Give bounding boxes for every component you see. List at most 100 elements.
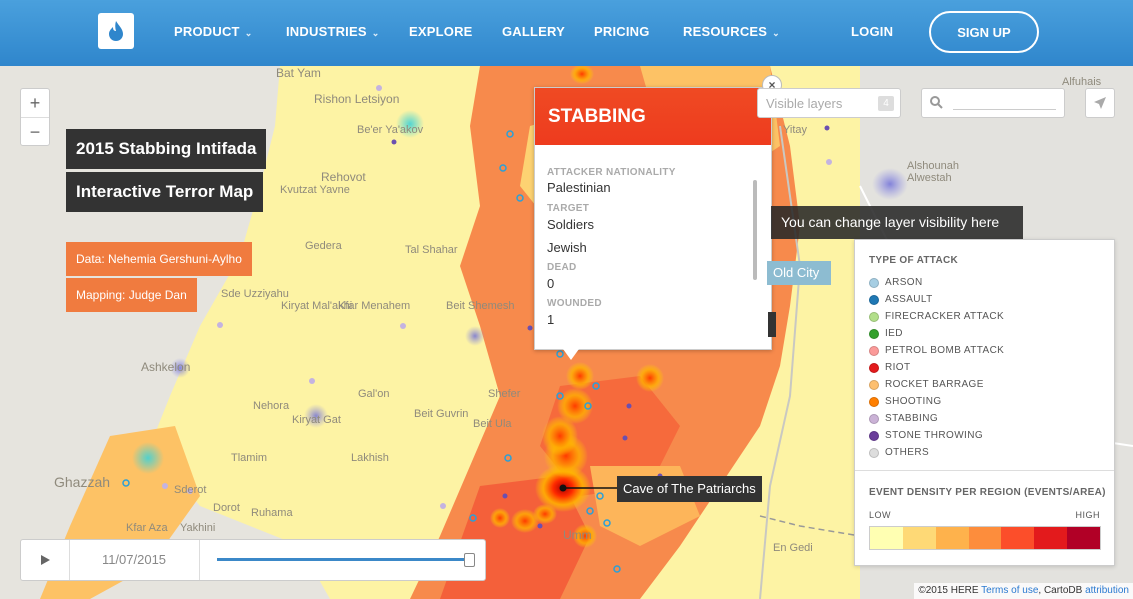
- place-label: Nehora: [253, 400, 290, 412]
- legend-item[interactable]: FIRECRACKER ATTACK: [869, 311, 1004, 322]
- search-icon: [930, 96, 943, 109]
- legend-item[interactable]: IED: [869, 328, 903, 339]
- search-box[interactable]: [921, 88, 1065, 118]
- legend-item[interactable]: STABBING: [869, 413, 938, 424]
- nav-resources[interactable]: RESOURCES ⌄: [683, 24, 780, 39]
- credit-mapping: Mapping: Judge Dan: [66, 278, 197, 312]
- place-label: Rehovot: [321, 170, 366, 184]
- place-label: Tlamim: [231, 452, 268, 464]
- nav-product[interactable]: PRODUCT ⌄: [174, 24, 252, 39]
- search-input[interactable]: [953, 109, 1056, 110]
- event-infowindow: STABBING ATTACKER NATIONALITY Palestinia…: [534, 87, 772, 360]
- legend-item[interactable]: RIOT: [869, 362, 911, 373]
- field-value: Jewish: [547, 240, 587, 255]
- legend-swatch: [869, 345, 879, 356]
- legend-item[interactable]: ROCKET BARRAGE: [869, 379, 984, 390]
- place-label: Bat Yam: [276, 66, 321, 80]
- legend-divider: [855, 470, 1114, 471]
- place-label: Beit Ula: [473, 418, 512, 430]
- field-value: Soldiers: [547, 217, 594, 232]
- visible-layers-label: Visible layers: [766, 96, 843, 111]
- place-label: Umm: [563, 528, 592, 542]
- popup-tip: [563, 349, 579, 360]
- place-label: Sderot: [174, 484, 207, 496]
- credit-data: Data: Nehemia Gershuni-Aylho: [66, 242, 252, 276]
- place-label: En Gedi: [773, 542, 813, 554]
- hidden-label-fragment: [768, 312, 776, 337]
- nav-industries[interactable]: INDUSTRIES ⌄: [286, 24, 379, 39]
- legend-swatch: [869, 396, 879, 407]
- place-label: Ashkelon: [141, 360, 191, 374]
- map-title-line2: Interactive Terror Map: [66, 172, 264, 212]
- legend-item-label: STABBING: [885, 413, 939, 424]
- chevron-down-icon: ⌄: [772, 28, 780, 38]
- map-attribution: ©2015 HERE Terms of use, CartoDB attribu…: [914, 583, 1133, 599]
- layer-count-badge: 4: [878, 96, 894, 111]
- legend-panel: TYPE OF ATTACK ARSON ASSAULT FIRECRACKER A…: [854, 239, 1115, 566]
- ramp-swatch: [1067, 527, 1101, 549]
- place-label: Be'er Ya'akov: [357, 124, 424, 136]
- play-button[interactable]: [21, 540, 70, 580]
- play-icon: [41, 555, 50, 565]
- legend-swatch: [869, 447, 879, 458]
- legend-item[interactable]: ASSAULT: [869, 294, 933, 305]
- ramp-swatch: [870, 527, 903, 549]
- legend-item-label: SHOOTING: [885, 396, 942, 407]
- nav-explore[interactable]: EXPLORE: [409, 24, 473, 39]
- legend-item[interactable]: PETROL BOMB ATTACK: [869, 345, 1004, 356]
- zoom-out-button[interactable]: −: [21, 118, 49, 146]
- legend-item-label: STONE THROWING: [885, 430, 984, 441]
- place-label: Rishon Letsiyon: [314, 92, 400, 106]
- flame-logo-icon: [109, 21, 123, 41]
- place-label: Yakhini: [180, 522, 216, 534]
- place-label: Gedera: [305, 240, 342, 252]
- ramp-swatch: [968, 527, 1002, 549]
- legend-swatch: [869, 328, 879, 339]
- timeline-handle[interactable]: [464, 553, 475, 567]
- place-label: Gal'on: [358, 388, 390, 400]
- density-low-label: LOW: [869, 510, 892, 520]
- visible-layers-selector[interactable]: Visible layers 4: [757, 88, 901, 118]
- timeline-control: 11/07/2015: [20, 539, 486, 581]
- cave-callout: Cave of The Patriarchs: [617, 476, 762, 502]
- place-label: Dorot: [213, 502, 240, 514]
- attribution-link[interactable]: attribution: [1085, 585, 1129, 596]
- place-label: Alfuhais: [1062, 76, 1102, 88]
- place-label: Kfar Menahem: [338, 300, 411, 312]
- place-label: Ruhama: [251, 507, 293, 519]
- popup-title: STABBING: [535, 88, 771, 145]
- density-title: EVENT DENSITY PER REGION (EVENTS/AREA): [869, 487, 1106, 498]
- old-city-label: Old City: [767, 261, 831, 285]
- terms-link[interactable]: Terms of use: [981, 585, 1038, 596]
- popup-scrollbar[interactable]: [753, 180, 757, 280]
- place-label: Kvutzat Yavne: [280, 184, 350, 196]
- legend-swatch: [869, 311, 879, 322]
- logo[interactable]: [98, 13, 134, 49]
- legend-item[interactable]: STONE THROWING: [869, 430, 983, 441]
- legend-item-label: ASSAULT: [885, 294, 933, 305]
- legend-swatch: [869, 413, 879, 424]
- timeline-track[interactable]: [217, 558, 470, 561]
- field-label: DEAD: [547, 262, 577, 273]
- legend-item[interactable]: SHOOTING: [869, 396, 942, 407]
- legend-item[interactable]: OTHERS: [869, 447, 929, 458]
- legend-item[interactable]: ARSON: [869, 277, 923, 288]
- ramp-swatch: [935, 527, 969, 549]
- map-title-line1: 2015 Stabbing Intifada: [66, 129, 267, 169]
- nav-gallery[interactable]: GALLERY: [502, 24, 565, 39]
- login-link[interactable]: LOGIN: [851, 24, 893, 39]
- locate-button[interactable]: [1085, 88, 1115, 118]
- signup-button[interactable]: SIGN UP: [929, 11, 1039, 53]
- legend-item-label: RIOT: [885, 362, 911, 373]
- place-label: Sde Uzziyahu: [221, 288, 289, 300]
- place-label: Yitay: [783, 124, 808, 136]
- field-label: TARGET: [547, 203, 590, 214]
- zoom-in-button[interactable]: +: [21, 89, 49, 118]
- layer-visibility-tooltip: You can change layer visibility here: [771, 206, 1023, 239]
- density-ramp: [869, 526, 1101, 550]
- nav-pricing[interactable]: PRICING: [594, 24, 650, 39]
- legend-item-label: FIRECRACKER ATTACK: [885, 311, 1005, 322]
- place-label: Alshounah Alwestah: [907, 160, 959, 184]
- legend-swatch: [869, 379, 879, 390]
- legend-item-label: PETROL BOMB ATTACK: [885, 345, 1005, 356]
